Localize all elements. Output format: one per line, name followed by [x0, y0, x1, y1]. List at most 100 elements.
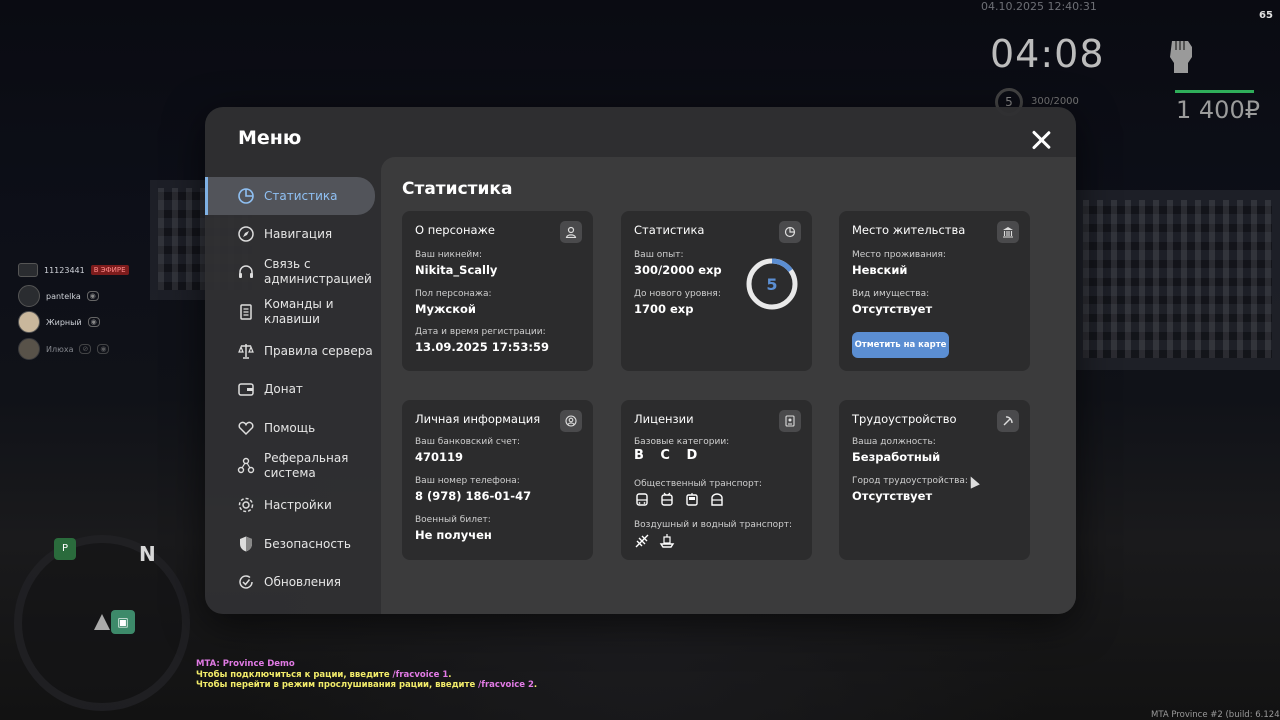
chat-line: Чтобы перейти в режим прослушивания раци…	[196, 680, 537, 691]
chat-command: /fracvoice 2	[478, 680, 534, 690]
sidebar-item-updates[interactable]: Обновления	[205, 563, 375, 601]
eye-icon: ◉	[87, 317, 100, 327]
base-categories-label: Базовые категории:	[634, 437, 730, 447]
voice-list-item: pantelka ◉	[18, 285, 99, 307]
gear-icon	[238, 497, 254, 513]
avatar	[18, 263, 38, 277]
build-info: MTA Province #2 (build: 6.124	[1151, 710, 1280, 720]
job-city-label: Город трудоустройства:	[852, 476, 968, 486]
sidebar-item-label: Правила сервера	[264, 343, 373, 358]
sidebar-item-statistics[interactable]: Статистика	[205, 177, 375, 215]
headset-icon	[239, 265, 253, 278]
property-label: Вид имущества:	[852, 289, 930, 299]
registration-value: 13.09.2025 17:53:59	[415, 340, 549, 354]
exp-readout: 300/2000	[1031, 96, 1079, 107]
place-value: Невский	[852, 263, 908, 277]
eye-icon: ◉	[97, 344, 110, 354]
sidebar-item-label: Реферальная система	[264, 451, 349, 480]
next-level-label: До нового уровня:	[634, 289, 721, 299]
voice-list-item: Илюха ⊘ ◉	[18, 338, 110, 360]
sidebar-item-label: Помощь	[264, 420, 316, 435]
pie-chart-icon	[238, 188, 254, 204]
user-circle-icon	[560, 410, 582, 432]
network-icon	[237, 457, 255, 474]
card-title: Личная информация	[415, 412, 541, 426]
chat-command: /fracvoice 1	[392, 669, 449, 680]
sidebar-item-admin-contact[interactable]: Связь с администрацией	[205, 253, 375, 291]
avatar	[18, 285, 40, 307]
heart-hands-icon	[238, 421, 254, 436]
nickname-value: Nikita_Scally	[415, 263, 498, 277]
compass-icon	[238, 226, 254, 242]
residence-card: Место жительства Место проживания: Невск…	[839, 211, 1030, 371]
personal-info-card: Личная информация Ваш банковский счет: 4…	[402, 400, 593, 560]
nickname-label: Ваш никнейм:	[415, 250, 483, 260]
sidebar-item-donate[interactable]: Донат	[205, 370, 375, 408]
game-clock: 04:08	[990, 32, 1105, 76]
sidebar-item-label: Связь с администрацией	[264, 257, 372, 286]
mute-icon: ⊘	[79, 344, 92, 354]
close-button[interactable]	[1031, 130, 1051, 150]
sidebar-item-label: Донат	[264, 381, 303, 396]
document-icon	[240, 304, 252, 320]
menu-window: Меню Статистика Навигация Связь с админи…	[205, 107, 1076, 614]
sidebar-item-security[interactable]: Безопасность	[205, 525, 375, 563]
phone-label: Ваш номер телефона:	[415, 476, 520, 486]
voice-name: pantelka	[46, 291, 81, 301]
air-water-transport-label: Воздушный и водный транспорт:	[634, 520, 793, 530]
pickaxe-icon	[997, 410, 1019, 432]
sidebar-item-navigation[interactable]: Навигация	[205, 215, 375, 253]
sidebar-item-label: Безопасность	[264, 536, 351, 551]
menu-title: Меню	[238, 127, 302, 149]
position-value: Безработный	[852, 450, 941, 464]
avatar	[18, 338, 40, 360]
chat-line: MTA: Province Demo	[196, 659, 295, 669]
registration-label: Дата и время регистрации:	[415, 327, 546, 337]
property-value: Отсутствует	[852, 302, 933, 316]
sidebar-item-referral[interactable]: Реферальная система	[205, 447, 375, 485]
ship-icon	[659, 534, 675, 548]
card-title: Трудоустройство	[852, 412, 957, 426]
sidebar-item-label: Обновления	[264, 574, 342, 589]
phone-value: 8 (978) 186-01-47	[415, 489, 532, 503]
bank-building-icon	[997, 221, 1019, 243]
user-icon	[560, 221, 582, 243]
metro-icon	[711, 493, 723, 506]
sidebar-item-commands[interactable]: Команды и клавиши	[205, 293, 375, 331]
wallet-icon	[238, 383, 254, 396]
bank-label: Ваш банковский счет:	[415, 437, 521, 447]
pie-chart-icon	[779, 221, 801, 243]
minimap-north: N	[139, 542, 156, 566]
job-city-value: Отсутствует	[852, 489, 933, 503]
bus-icon	[636, 493, 648, 506]
character-card: О персонаже Ваш никнейм: Nikita_Scally П…	[402, 211, 593, 371]
military-value: Не получен	[415, 528, 492, 542]
trolleybus-icon	[661, 492, 673, 506]
mark-on-map-button[interactable]: Отметить на карте	[852, 332, 949, 358]
chat-text: Чтобы подключиться к рации, введите	[196, 669, 393, 680]
chat-text: .	[448, 669, 452, 680]
sidebar-item-help[interactable]: Помощь	[205, 409, 375, 447]
voice-list-item: Жирный ◉	[18, 311, 100, 333]
card-title: О персонаже	[415, 223, 495, 237]
eye-icon: ◉	[86, 291, 99, 301]
voice-name: 11123441	[44, 265, 85, 275]
shop-icon: ▣	[111, 610, 135, 634]
shield-icon	[240, 536, 252, 552]
sidebar-item-settings[interactable]: Настройки	[205, 486, 375, 524]
chat-text: .	[533, 680, 538, 690]
sidebar-item-label: Команды и клавиши	[264, 297, 334, 326]
gender-value: Мужской	[415, 302, 476, 316]
plane-icon	[635, 534, 649, 548]
sidebar-item-rules[interactable]: Правила сервера	[205, 332, 375, 370]
exp-value: 300/2000 exp	[634, 263, 722, 277]
player-arrow-icon	[94, 614, 110, 630]
stats-card: Статистика Ваш опыт: 300/2000 exp До нов…	[621, 211, 812, 371]
tram-icon	[686, 493, 698, 506]
position-label: Ваша должность:	[852, 437, 936, 447]
card-title: Лицензии	[634, 412, 694, 426]
minimap-marker: P	[54, 538, 76, 560]
next-level-value: 1700 exp	[634, 302, 694, 316]
military-label: Военный билет:	[415, 515, 491, 525]
voice-name: Илюха	[46, 344, 74, 354]
